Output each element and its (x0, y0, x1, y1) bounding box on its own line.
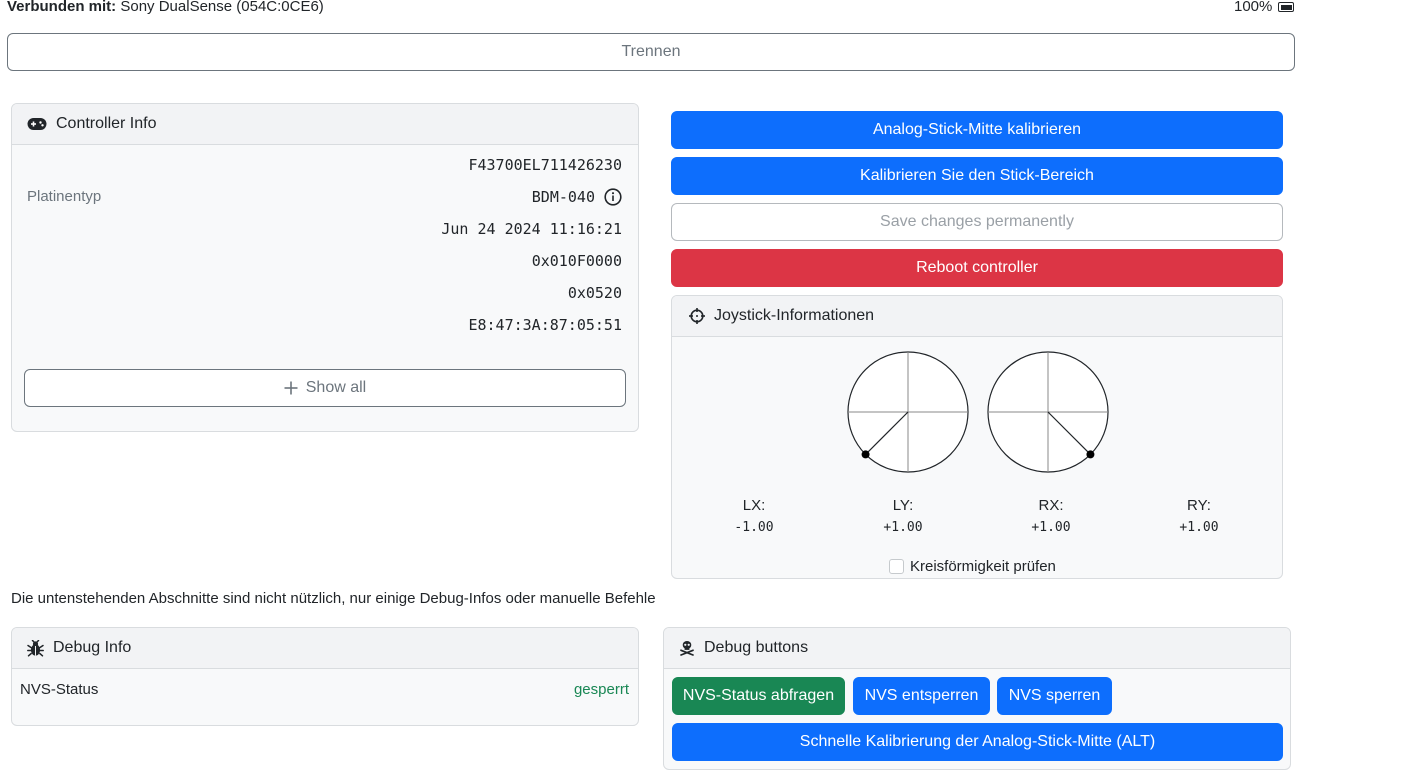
axis-label: LY: (892, 497, 914, 514)
info-row-build-date: Jun 24 2024 11:16:21 (12, 214, 638, 246)
info-label: Platinentyp (27, 188, 102, 205)
axis-rx: RX: +1.00 (1001, 497, 1101, 535)
joystick-info-card: Joystick-Informationen LX: -1.00 LY: +1.… (671, 295, 1283, 579)
bug-icon (27, 639, 44, 657)
connection-status: Verbunden mit: Sony DualSense (054C:0CE6… (7, 0, 324, 17)
nvs-lock-button[interactable]: NVS sperren (997, 677, 1112, 715)
crosshair-icon (689, 308, 705, 324)
circularity-checkbox[interactable] (889, 559, 904, 574)
nvs-status-label: NVS-Status (20, 681, 99, 698)
info-value: 0x010F0000 (531, 252, 622, 270)
info-value-wrap: BDM-040 (532, 188, 622, 206)
save-permanently-button[interactable]: Save changes permanently (671, 203, 1283, 241)
info-row-hw-version: 0x0520 (12, 278, 638, 310)
axis-label: LX: (742, 497, 766, 514)
battery-level: 100% (1234, 0, 1273, 15)
plus-icon (284, 381, 298, 395)
debug-buttons-title: Debug buttons (704, 639, 809, 656)
battery-status: 100% (1234, 0, 1295, 17)
disconnect-button[interactable]: Trennen (7, 33, 1295, 71)
joystick-info-title: Joystick-Informationen (714, 307, 875, 324)
left-stick-position (861, 450, 870, 459)
skull-crossbones-icon (680, 641, 694, 656)
joystick-info-header: Joystick-Informationen (672, 296, 1282, 337)
reboot-controller-button[interactable]: Reboot controller (671, 249, 1283, 287)
debug-info-title: Debug Info (53, 639, 132, 656)
debug-info-card: Debug Info NVS-Status gesperrt (11, 627, 639, 726)
gamepad-icon (27, 118, 47, 130)
info-value: BDM-040 (531, 188, 595, 206)
connected-device: Sony DualSense (054C:0CE6) (120, 0, 324, 15)
calibrate-center-button[interactable]: Analog-Stick-Mitte kalibrieren (671, 111, 1283, 149)
axis-label: RX: (1038, 497, 1064, 514)
stick-visualization (847, 351, 1109, 473)
circularity-label: Kreisförmigkeit prüfen (910, 558, 1056, 575)
right-stick-plot (987, 351, 1109, 473)
axis-value: +1.00 (1031, 520, 1071, 535)
connection-label: Verbunden mit: (7, 0, 117, 15)
controller-info-title: Controller Info (56, 115, 157, 132)
circularity-check[interactable]: Kreisförmigkeit prüfen (889, 558, 1056, 575)
debug-buttons-header: Debug buttons (664, 628, 1290, 669)
right-stick-position (1086, 450, 1095, 459)
debug-note: Die untenstehenden Abschnitte sind nicht… (11, 590, 656, 607)
info-row-mac: E8:47:3A:87:05:51 (12, 310, 638, 342)
info-row-fw-version: 0x010F0000 (12, 246, 638, 278)
quick-calibrate-button[interactable]: Schnelle Kalibrierung der Analog-Stick-M… (672, 723, 1283, 761)
debug-buttons-card: Debug buttons NVS-Status abfragen NVS en… (663, 627, 1291, 770)
calibrate-range-button[interactable]: Kalibrieren Sie den Stick-Bereich (671, 157, 1283, 195)
axis-ry: RY: +1.00 (1149, 497, 1249, 535)
controller-info-header: Controller Info (12, 104, 638, 145)
left-stick-plot (847, 351, 969, 473)
axis-lx: LX: -1.00 (704, 497, 804, 535)
nvs-status-value: gesperrt (573, 681, 629, 698)
info-value: F43700EL711426230 (468, 156, 622, 174)
debug-info-header: Debug Info (12, 628, 638, 669)
show-all-button[interactable]: Show all (24, 369, 626, 407)
info-row-serial: F43700EL711426230 (12, 150, 638, 182)
info-value: Jun 24 2024 11:16:21 (441, 220, 622, 238)
info-row-board-type: Platinentyp BDM-040 (12, 182, 638, 214)
nvs-query-button[interactable]: NVS-Status abfragen (672, 677, 845, 715)
axis-value: -1.00 (734, 520, 774, 535)
axis-ly: LY: +1.00 (853, 497, 953, 535)
show-all-label: Show all (305, 379, 367, 396)
info-value: 0x0520 (567, 284, 622, 302)
axis-value: +1.00 (1179, 520, 1219, 535)
battery-icon (1278, 2, 1295, 12)
nvs-unlock-button[interactable]: NVS entsperren (853, 677, 990, 715)
controller-info-card: Controller Info F43700EL711426230 Platin… (11, 103, 639, 432)
info-value: E8:47:3A:87:05:51 (468, 316, 622, 334)
axis-value: +1.00 (883, 520, 923, 535)
axis-label: RY: (1187, 497, 1211, 514)
info-circle-icon[interactable] (604, 188, 622, 206)
